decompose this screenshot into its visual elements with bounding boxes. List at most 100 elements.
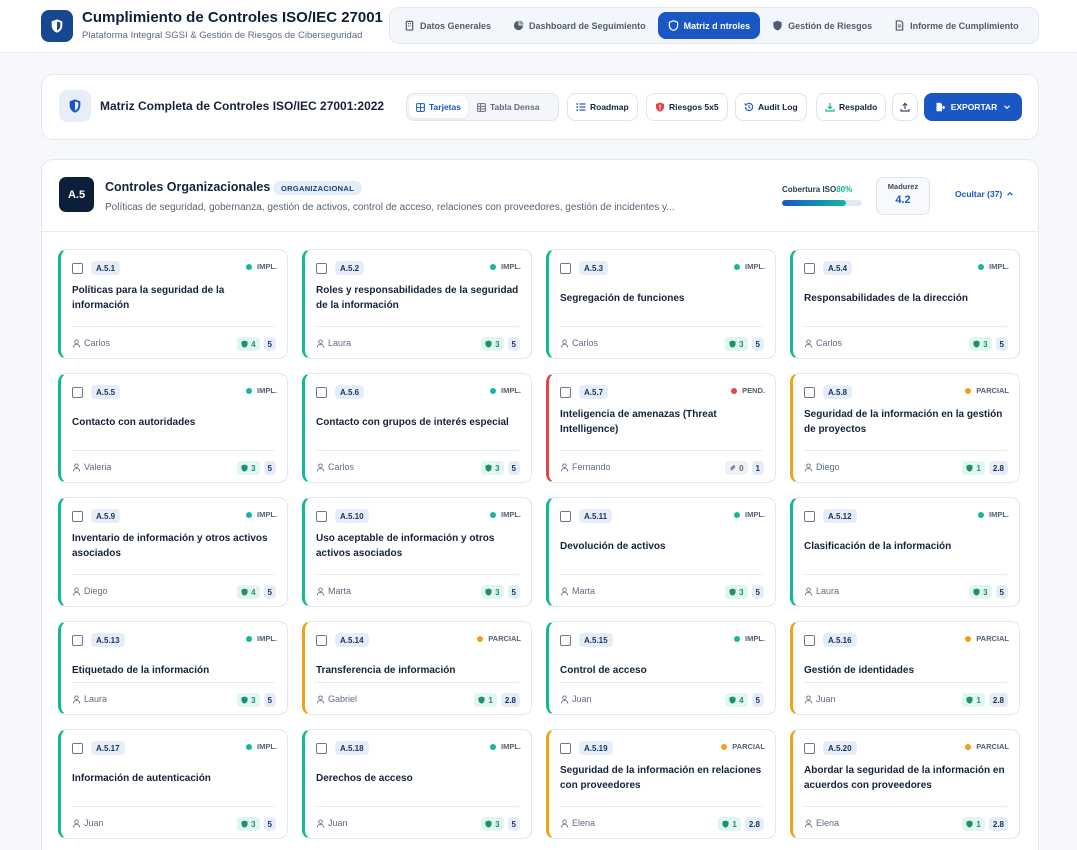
control-card[interactable]: A.5.1 IMPL. Políticas para la seguridad de… <box>58 249 288 359</box>
owner-name: Marta <box>328 586 352 596</box>
maturity-chip: 5 <box>263 337 276 351</box>
shield-check-icon <box>478 696 485 704</box>
control-card[interactable]: A.5.16 PARCIAL Gestión de identidades Juan 1… <box>790 621 1020 715</box>
owner: Juan <box>560 694 592 704</box>
risks-label: Riesgos 5x5 <box>669 102 719 112</box>
control-code: A.5.14 <box>335 633 369 647</box>
status-badge: IMPL. <box>246 634 277 643</box>
control-title: Abordar la seguridad de la información e… <box>804 765 1005 791</box>
status-badge: IMPL. <box>490 386 521 395</box>
card-metrics: 35 <box>237 461 276 475</box>
select-checkbox[interactable] <box>316 387 327 398</box>
card-divider <box>804 326 1007 327</box>
control-card[interactable]: A.5.4 IMPL. Responsabilidades de la direcc… <box>790 249 1020 359</box>
control-code: A.5.12 <box>823 509 857 523</box>
user-icon <box>72 462 81 472</box>
status-dot-icon <box>246 263 252 270</box>
card-metrics: 35 <box>481 337 520 351</box>
control-card[interactable]: A.5.11 IMPL. Devolución de activos Marta 3 5 <box>546 497 776 607</box>
card-metrics: 1 2.8 <box>718 817 764 831</box>
select-checkbox[interactable] <box>72 511 83 522</box>
control-title: Información de autenticación <box>72 772 211 784</box>
control-card[interactable]: A.5.14 PARCIAL Transferencia de informació… <box>302 621 532 715</box>
select-checkbox[interactable] <box>560 743 571 754</box>
card-metrics: 1 2.8 <box>474 693 520 707</box>
select-checkbox[interactable] <box>72 263 83 274</box>
owner: Carlos <box>316 462 354 472</box>
status-label: IMPL. <box>257 742 277 751</box>
view-cards-button[interactable]: Tarjetas <box>409 96 468 118</box>
control-code: A.5.17 <box>91 741 125 755</box>
select-checkbox[interactable] <box>316 511 327 522</box>
control-card[interactable]: A.5.5 IMPL. Contacto con autoridades Valeri… <box>58 373 288 483</box>
select-checkbox[interactable] <box>560 511 571 522</box>
select-checkbox[interactable] <box>804 743 815 754</box>
backup-button[interactable]: Respaldo <box>816 93 887 121</box>
select-checkbox[interactable] <box>560 263 571 274</box>
control-card[interactable]: A.5.18 IMPL. Derechos de acceso Juan 3 5 <box>302 729 532 839</box>
coverage-label: Cobertura ISO80% <box>782 185 852 194</box>
control-card[interactable]: A.5.12 IMPL. Clasificación de la informaci… <box>790 497 1020 607</box>
status-label: IMPL. <box>501 510 521 519</box>
upload-button[interactable] <box>892 93 918 121</box>
owner-name: Carlos <box>84 338 111 348</box>
select-checkbox[interactable] <box>804 511 815 522</box>
tab-matriz-controles[interactable]: Matriz d ntroles <box>657 12 761 39</box>
roadmap-label: Roadmap <box>590 102 629 112</box>
section-category-tag: ORGANIZACIONAL <box>273 181 362 195</box>
control-card[interactable]: A.5.2 IMPL. Roles y responsabilidades de l… <box>302 249 532 359</box>
history-icon <box>744 102 754 112</box>
view-table-button[interactable]: Tabla Densa <box>470 96 546 118</box>
control-card[interactable]: A.5.8 PARCIAL Seguridad de la información … <box>790 373 1020 483</box>
select-checkbox[interactable] <box>804 635 815 646</box>
control-card[interactable]: A.5.13 IMPL. Etiquetado de la información L… <box>58 621 288 715</box>
status-label: IMPL. <box>745 634 765 643</box>
control-code: A.5.10 <box>335 509 369 523</box>
select-checkbox[interactable] <box>316 743 327 754</box>
select-checkbox[interactable] <box>316 263 327 274</box>
view-toggle: Tarjetas Tabla Densa <box>406 93 559 121</box>
control-card[interactable]: A.5.17 IMPL. Información de autenticación J… <box>58 729 288 839</box>
control-card[interactable]: A.5.3 IMPL. Segregación de funciones Carlos… <box>546 249 776 359</box>
select-checkbox[interactable] <box>804 387 815 398</box>
maturity-label: Madurez <box>887 182 919 191</box>
risk-count-chip: 3 <box>969 337 992 351</box>
control-card[interactable]: A.5.9 IMPL. Inventario de información y ot… <box>58 497 288 607</box>
risk-count: 4 <box>739 695 744 705</box>
control-card[interactable]: A.5.7 PEND. Inteligencia de amenazas (Thre… <box>546 373 776 483</box>
control-code: A.5.15 <box>579 633 613 647</box>
control-card[interactable]: A.5.20 PARCIAL Abordar la seguridad de la … <box>790 729 1020 839</box>
tab-dashboard[interactable]: Dashboard de Seguimiento <box>503 12 656 39</box>
shield-logo-icon <box>41 10 73 42</box>
select-checkbox[interactable] <box>72 387 83 398</box>
select-checkbox[interactable] <box>804 263 815 274</box>
control-card[interactable]: A.5.6 IMPL. Contacto con grupos de interés… <box>302 373 532 483</box>
select-checkbox[interactable] <box>72 635 83 646</box>
owner-name: Valeria <box>84 462 112 472</box>
risk-count-chip: 4 <box>237 337 260 351</box>
hide-section-button[interactable]: Ocultar (37) <box>955 189 1014 199</box>
control-card[interactable]: A.5.19 PARCIAL Seguridad de la información… <box>546 729 776 839</box>
owner: Marta <box>560 586 595 596</box>
control-card[interactable]: A.5.10 IMPL. Uso aceptable de información … <box>302 497 532 607</box>
user-icon <box>560 338 569 348</box>
select-checkbox[interactable] <box>72 743 83 754</box>
chevron-up-icon <box>1007 191 1014 196</box>
audit-log-button[interactable]: Audit Log <box>735 93 807 121</box>
tab-gestion-riesgos[interactable]: Gestión de Riesgos <box>762 12 882 39</box>
user-icon <box>316 818 325 828</box>
select-checkbox[interactable] <box>316 635 327 646</box>
status-label: IMPL. <box>501 386 521 395</box>
roadmap-button[interactable]: Roadmap <box>567 93 638 121</box>
tab-datos-generales[interactable]: Datos Generales <box>394 12 501 39</box>
owner-name: Carlos <box>328 462 355 472</box>
export-button[interactable]: EXPORTAR <box>924 93 1022 121</box>
select-checkbox[interactable] <box>560 387 571 398</box>
tab-informe[interactable]: Informe de Cumplimiento <box>884 12 1029 39</box>
risk-count: 3 <box>495 339 500 349</box>
status-label: IMPL. <box>745 510 765 519</box>
select-checkbox[interactable] <box>560 635 571 646</box>
status-label: IMPL. <box>989 262 1009 271</box>
risks-5x5-button[interactable]: Riesgos 5x5 <box>646 93 728 121</box>
control-card[interactable]: A.5.15 IMPL. Control de acceso Juan 4 5 <box>546 621 776 715</box>
